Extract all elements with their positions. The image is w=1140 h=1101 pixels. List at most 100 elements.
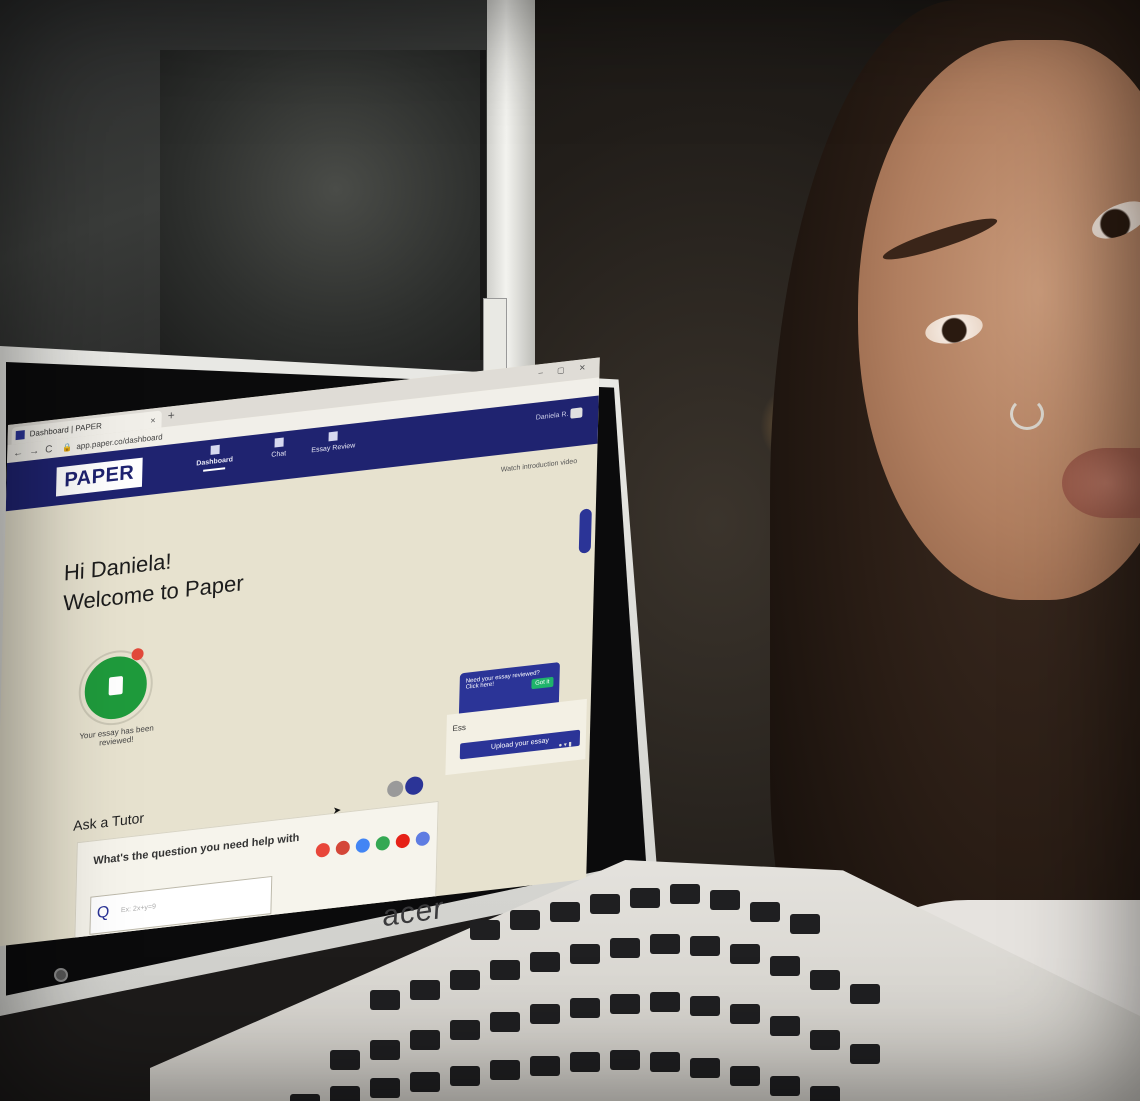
chat-people-icon bbox=[274, 437, 284, 448]
keyboard-key bbox=[550, 902, 580, 922]
keyboard-key bbox=[370, 1040, 400, 1060]
keyboard-key bbox=[530, 1004, 560, 1024]
tooltip-dismiss-button[interactable]: Got it bbox=[530, 676, 554, 690]
keyboard-key bbox=[610, 938, 640, 958]
nose-ring bbox=[1010, 398, 1044, 430]
ask-tutor-heading: Ask a Tutor bbox=[73, 809, 145, 834]
keyboard-key bbox=[330, 1050, 360, 1070]
intro-video-link[interactable]: Watch introduction video bbox=[501, 458, 578, 474]
keyboard-key bbox=[370, 990, 400, 1010]
keyboard-key bbox=[630, 888, 660, 908]
nav-chat[interactable]: Chat bbox=[271, 437, 286, 459]
forward-arrow-icon[interactable]: → bbox=[29, 445, 39, 457]
nav-dashboard[interactable]: Dashboard bbox=[196, 443, 233, 472]
camera-icon[interactable] bbox=[404, 775, 424, 796]
keyboard-key bbox=[730, 1004, 760, 1024]
nav-dashboard-label: Dashboard bbox=[196, 456, 233, 468]
attach-icon[interactable] bbox=[386, 779, 404, 798]
chrome-icon[interactable] bbox=[315, 842, 331, 858]
nav-chat-label: Chat bbox=[271, 450, 287, 459]
user-menu[interactable]: Daniela R. bbox=[536, 411, 569, 422]
page-title: Hi Daniela! Welcome to Paper bbox=[63, 538, 245, 618]
keyboard-key bbox=[770, 956, 800, 976]
keyboard-key bbox=[810, 970, 840, 990]
keyboard-key bbox=[490, 960, 520, 980]
keyboard-key bbox=[570, 998, 600, 1018]
keyboard-key bbox=[370, 1078, 400, 1098]
keyboard-key bbox=[490, 1060, 520, 1080]
document-icon bbox=[108, 675, 124, 696]
mouse-cursor-icon: ➤ bbox=[332, 805, 342, 818]
question-icon: Q bbox=[96, 903, 110, 923]
side-feedback-tab[interactable] bbox=[578, 508, 592, 554]
keyboard-key bbox=[410, 980, 440, 1000]
keyboard-key bbox=[570, 944, 600, 964]
keyboard-key bbox=[610, 1050, 640, 1070]
youtube-icon[interactable] bbox=[395, 833, 410, 849]
docs-icon[interactable] bbox=[355, 837, 370, 854]
nav-essay-review[interactable]: Essay Review bbox=[311, 429, 355, 454]
keyboard-key bbox=[610, 994, 640, 1014]
keyboard-key bbox=[530, 952, 560, 972]
keyboard-key bbox=[690, 1058, 720, 1078]
files-icon[interactable] bbox=[415, 830, 430, 847]
webcam-icon bbox=[54, 968, 68, 982]
keyboard-key bbox=[730, 944, 760, 964]
laptop-screen: Dashboard | PAPER × + – ▢ ✕ ← → C 🔒 app.… bbox=[0, 356, 608, 966]
keyboard-key bbox=[770, 1076, 800, 1096]
gmail-icon[interactable] bbox=[335, 840, 350, 856]
new-tab-button[interactable]: + bbox=[168, 408, 175, 423]
keyboard-key bbox=[450, 1066, 480, 1086]
keyboard-key bbox=[410, 1030, 440, 1050]
nav-essay-review-label: Essay Review bbox=[311, 442, 356, 455]
keyboard-key bbox=[650, 992, 680, 1012]
question-prompt: What's the question you need help with bbox=[93, 831, 300, 868]
keyboard-key bbox=[850, 1044, 880, 1064]
lock-icon: 🔒 bbox=[62, 442, 73, 453]
window-pane bbox=[160, 50, 486, 360]
back-arrow-icon[interactable]: ← bbox=[13, 447, 23, 459]
keyboard-key bbox=[530, 1056, 560, 1076]
play-store-icon[interactable] bbox=[375, 835, 390, 852]
notification-dot bbox=[131, 647, 144, 661]
keyboard-key bbox=[590, 894, 620, 914]
keyboard-key bbox=[470, 920, 500, 940]
review-status: Your essay has been reviewed! bbox=[79, 723, 154, 748]
keyboard-key bbox=[730, 1066, 760, 1086]
dashboard-icon bbox=[210, 444, 220, 455]
keyboard-key bbox=[450, 1020, 480, 1040]
keyboard-key bbox=[670, 884, 700, 904]
paper-logo[interactable]: PAPER bbox=[55, 457, 143, 497]
keyboard-key bbox=[510, 910, 540, 930]
keyboard-key bbox=[410, 1072, 440, 1092]
keyboard-key bbox=[810, 1086, 840, 1101]
document-icon bbox=[328, 431, 339, 442]
keyboard bbox=[230, 880, 930, 1101]
essay-panel-label: Ess bbox=[452, 722, 467, 734]
keyboard-key bbox=[650, 1052, 680, 1072]
keyboard-key bbox=[690, 996, 720, 1016]
keyboard-key bbox=[450, 970, 480, 990]
keyboard-key bbox=[790, 914, 820, 934]
keyboard-key bbox=[330, 1086, 360, 1101]
keyboard-key bbox=[690, 936, 720, 956]
keyboard-key bbox=[490, 1012, 520, 1032]
essay-review-button[interactable] bbox=[79, 648, 152, 727]
question-placeholder: Ex: 2x+y=9 bbox=[120, 903, 157, 915]
keyboard-key bbox=[290, 1094, 320, 1101]
keyboard-key bbox=[850, 984, 880, 1004]
keyboard-key bbox=[710, 890, 740, 910]
browser-window: Dashboard | PAPER × + – ▢ ✕ ← → C 🔒 app.… bbox=[0, 357, 600, 947]
close-icon[interactable]: × bbox=[150, 415, 156, 426]
chat-bubble-icon[interactable] bbox=[570, 407, 583, 419]
window-latch bbox=[483, 298, 507, 372]
keyboard-key bbox=[810, 1030, 840, 1050]
photo-scene: Dashboard | PAPER × + – ▢ ✕ ← → C 🔒 app.… bbox=[0, 0, 1140, 1101]
window-controls[interactable]: – ▢ ✕ bbox=[538, 362, 591, 377]
keyboard-key bbox=[750, 902, 780, 922]
keyboard-key bbox=[650, 934, 680, 954]
paper-favicon-icon bbox=[15, 430, 25, 441]
keyboard-key bbox=[570, 1052, 600, 1072]
reload-icon[interactable]: C bbox=[45, 443, 53, 455]
tooltip-text: Need your essay reviewed? Click here! bbox=[465, 670, 540, 691]
